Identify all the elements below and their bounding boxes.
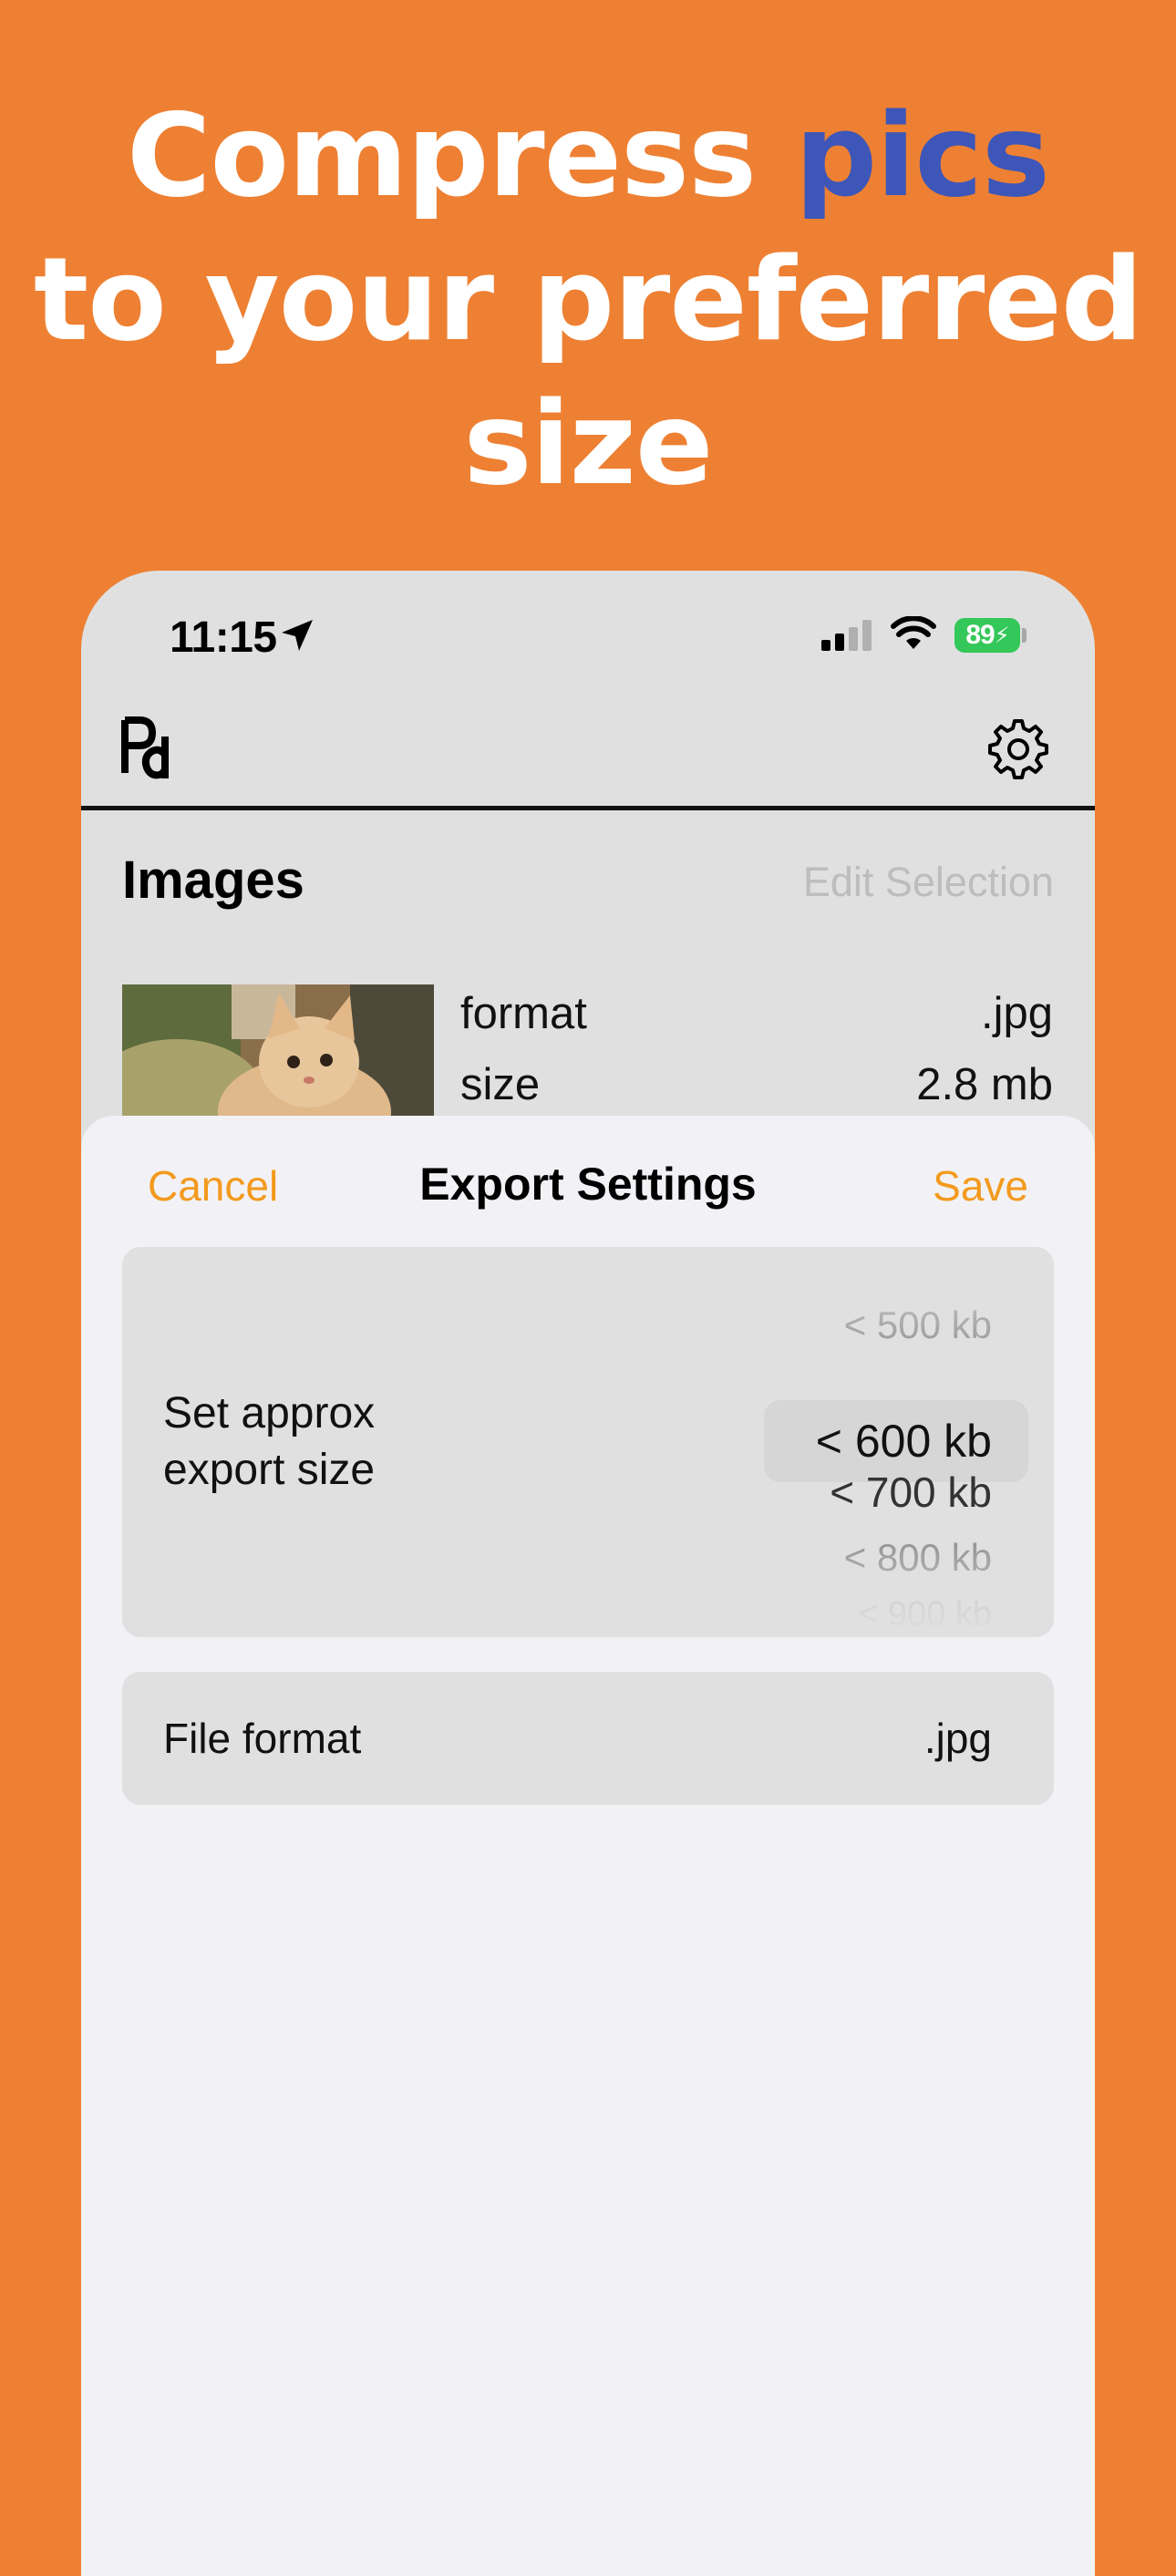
top-bar-divider (81, 806, 1095, 810)
battery-indicator: 89 ⚡ (954, 618, 1020, 653)
format-value: .jpg (980, 989, 1053, 1038)
app-logo-icon (121, 716, 169, 779)
export-size-label-line-2: export size (163, 1446, 376, 1494)
cellular-signal-icon (821, 620, 872, 651)
size-option[interactable]: < 700 kb (830, 1468, 992, 1517)
size-label: size (460, 1060, 541, 1109)
wifi-icon (891, 616, 936, 649)
headline-prefix: Compress (126, 88, 795, 222)
save-button[interactable]: Save (933, 1161, 1028, 1211)
cancel-button[interactable]: Cancel (148, 1161, 278, 1211)
gear-icon[interactable] (986, 717, 1050, 781)
promo-headline: Compress pics to your preferred size (0, 84, 1176, 516)
size-option[interactable]: < 800 kb (844, 1536, 992, 1580)
headline-line-2: to your preferred (33, 232, 1143, 366)
images-heading: Images (122, 850, 304, 910)
status-time: 11:15 (170, 613, 277, 662)
phone-screen: 11:15 89 ⚡ Images Edit Selection format … (81, 571, 1095, 2576)
edit-selection-button[interactable]: Edit Selection (803, 859, 1054, 906)
headline-line-3: size (463, 376, 714, 510)
battery-cap (1022, 628, 1026, 643)
charging-bolt-icon: ⚡ (994, 623, 1010, 648)
headline-line-1: Compress pics (0, 84, 1176, 228)
export-size-label: Set approx export size (163, 1386, 375, 1499)
file-format-setting[interactable]: File format .jpg (122, 1672, 1054, 1805)
image-format-row: format .jpg (460, 988, 1053, 1039)
format-label: format (460, 989, 587, 1038)
file-format-label: File format (163, 1715, 362, 1762)
size-option[interactable]: < 500 kb (844, 1303, 992, 1347)
size-option-selected[interactable]: < 600 kb (816, 1415, 992, 1468)
export-settings-sheet: Export Settings Cancel Save Set approx e… (81, 1116, 1095, 2576)
size-option[interactable]: < 900 kb (858, 1595, 992, 1634)
export-size-setting: Set approx export size < 500 kb < 600 kb… (122, 1247, 1054, 1637)
battery-level: 89 (965, 620, 995, 650)
file-format-value[interactable]: .jpg (924, 1714, 992, 1763)
size-value: 2.8 mb (916, 1060, 1053, 1109)
headline-accent-word: pics (794, 88, 1050, 222)
image-size-row: size 2.8 mb (460, 1059, 1053, 1110)
export-size-label-line-1: Set approx (163, 1389, 376, 1437)
location-arrow-icon (282, 620, 313, 651)
